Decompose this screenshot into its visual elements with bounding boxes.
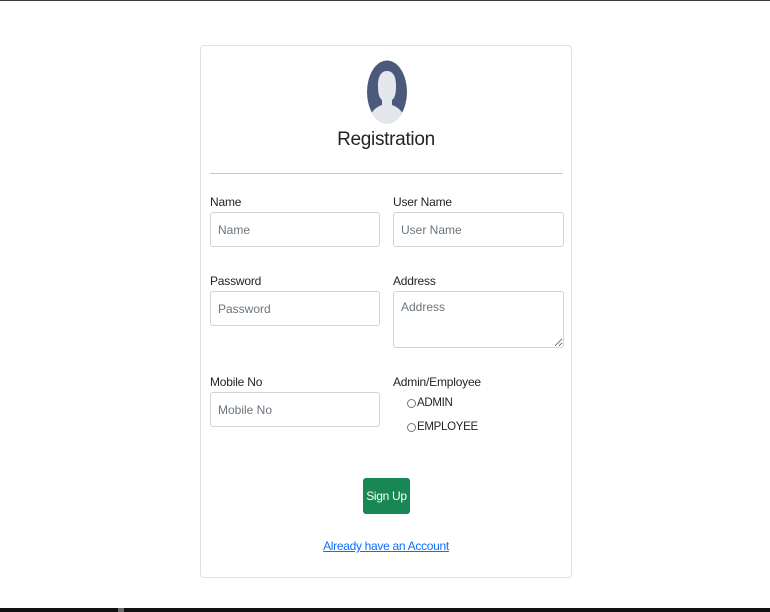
bottom-border-notch (118, 608, 124, 612)
name-label: Name (210, 195, 242, 209)
password-label: Password (210, 274, 262, 288)
login-link-wrapper: Already have an Account (201, 539, 571, 553)
user-avatar-icon (367, 60, 407, 124)
role-label: Admin/Employee (393, 375, 481, 389)
window-top-border (0, 0, 770, 1)
address-label: Address (393, 274, 436, 288)
radio-employee[interactable]: EMPLOYEE (407, 421, 478, 433)
name-input[interactable] (210, 212, 380, 247)
username-label: User Name (393, 195, 452, 209)
registration-card: Registration Name User Name Password Add… (200, 45, 572, 578)
radio-admin-input[interactable] (407, 398, 416, 408)
mobile-input[interactable] (210, 392, 380, 427)
radio-employee-label: EMPLOYEE (417, 421, 478, 433)
username-input[interactable] (393, 212, 564, 247)
page-title: Registration (337, 129, 435, 150)
window-bottom-border (0, 608, 770, 612)
radio-admin-label: ADMIN (417, 397, 453, 409)
radio-admin[interactable]: ADMIN (407, 397, 453, 409)
address-textarea[interactable] (393, 291, 564, 348)
mobile-label: Mobile No (210, 375, 263, 389)
password-input[interactable] (210, 291, 380, 326)
already-have-account-link[interactable]: Already have an Account (323, 539, 449, 553)
title-divider (210, 173, 563, 174)
radio-employee-input[interactable] (407, 422, 416, 432)
sign-up-button[interactable]: Sign Up (363, 478, 410, 514)
